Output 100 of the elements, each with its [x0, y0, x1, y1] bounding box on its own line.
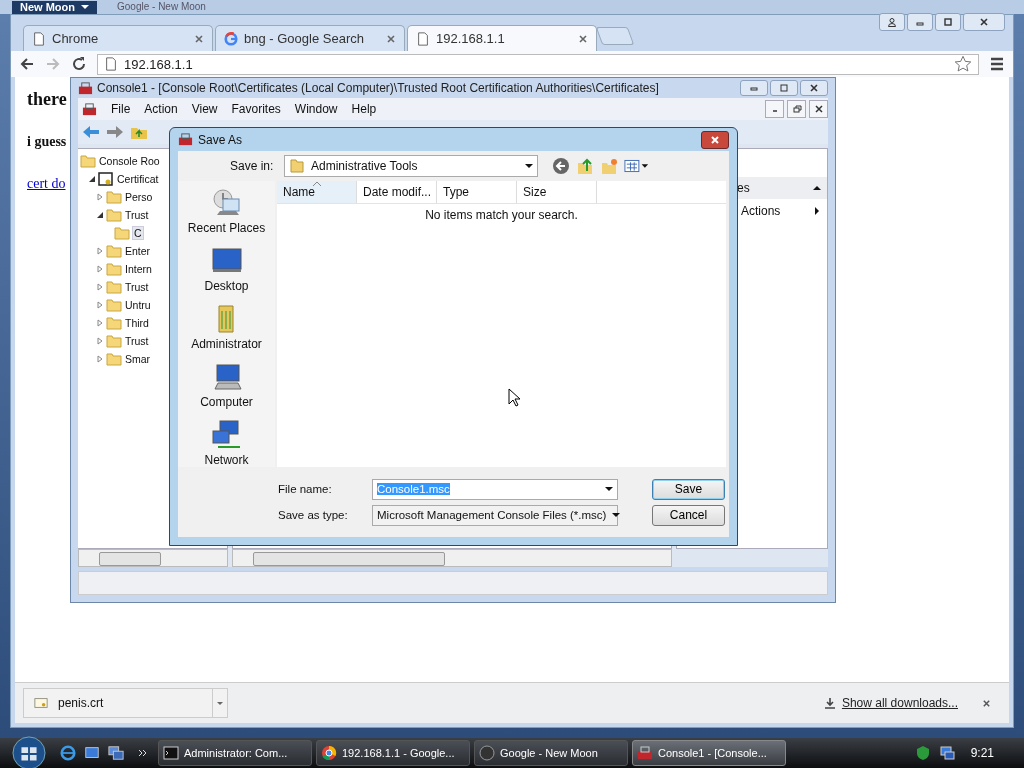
- toolbox-icon: [82, 101, 97, 117]
- save-button[interactable]: Save: [652, 478, 725, 500]
- menu-item[interactable]: View: [191, 102, 218, 116]
- close-icon[interactable]: [194, 33, 204, 44]
- tree-item[interactable]: Trust: [124, 335, 150, 347]
- minimize-button[interactable]: [740, 80, 768, 96]
- menu-item[interactable]: Help: [351, 102, 377, 116]
- menu-item[interactable]: Favorites: [231, 102, 281, 116]
- browser-tab[interactable]: 192.168.1.1: [407, 25, 597, 51]
- taskbar-button[interactable]: Console1 - [Console...: [632, 740, 786, 766]
- page-icon: [416, 31, 430, 46]
- collapse-icon[interactable]: [813, 184, 821, 192]
- tree-item[interactable]: Third: [124, 317, 150, 329]
- forward-arrow-icon[interactable]: [106, 124, 124, 140]
- more-icon[interactable]: [138, 748, 148, 758]
- close-icon[interactable]: [386, 33, 396, 44]
- close-button[interactable]: [809, 100, 828, 118]
- download-item[interactable]: penis.crt: [23, 688, 228, 718]
- collapse-icon[interactable]: [88, 175, 96, 183]
- google-icon: [224, 31, 238, 46]
- browser-tab[interactable]: bng - Google Search: [215, 25, 405, 51]
- taskbar-button[interactable]: Google - New Moon: [474, 740, 628, 766]
- expand-icon[interactable]: [96, 319, 104, 327]
- restore-button[interactable]: [787, 100, 806, 118]
- expand-icon[interactable]: [96, 283, 104, 291]
- expand-icon[interactable]: [96, 355, 104, 363]
- column-header[interactable]: Size: [517, 181, 597, 203]
- back-arrow-icon[interactable]: [82, 124, 100, 140]
- clock[interactable]: 9:21: [970, 746, 994, 760]
- browser-icon[interactable]: [60, 745, 76, 761]
- column-header[interactable]: Type: [437, 181, 517, 203]
- menu-item[interactable]: Window: [294, 102, 338, 116]
- up-folder-icon[interactable]: [576, 157, 594, 175]
- reload-icon[interactable]: [71, 56, 87, 72]
- back-icon[interactable]: [19, 56, 35, 72]
- page-icon: [104, 57, 118, 71]
- column-header[interactable]: Date modif...: [357, 181, 437, 203]
- expand-icon[interactable]: [96, 193, 104, 201]
- start-button[interactable]: [12, 736, 46, 768]
- column-header[interactable]: Name: [277, 181, 357, 203]
- back-icon[interactable]: [552, 157, 570, 175]
- taskbar-button[interactable]: Administrator: Com...: [158, 740, 312, 766]
- tree-item[interactable]: C: [132, 226, 144, 240]
- network-icon[interactable]: [210, 419, 243, 451]
- toolbox-icon: [178, 132, 193, 147]
- browser-tab[interactable]: Chrome: [23, 25, 213, 51]
- maximize-icon: [943, 17, 953, 27]
- place-label[interactable]: Recent Places: [187, 221, 266, 235]
- tree-item[interactable]: Certificat: [116, 173, 160, 185]
- save-in-dropdown[interactable]: Administrative Tools: [284, 155, 538, 177]
- show-desktop-icon[interactable]: [84, 745, 100, 761]
- switch-windows-icon[interactable]: [108, 745, 124, 761]
- star-icon[interactable]: [954, 55, 972, 73]
- tree-item[interactable]: Trust: [124, 281, 150, 293]
- new-moon-button[interactable]: New Moon: [12, 0, 97, 14]
- folder-icon: [106, 243, 122, 259]
- show-all-downloads-link[interactable]: Show all downloads...: [841, 696, 958, 710]
- user-icon[interactable]: [879, 13, 905, 31]
- network-icon[interactable]: [938, 745, 955, 761]
- place-label[interactable]: Administrator: [191, 337, 262, 351]
- maximize-button[interactable]: [935, 13, 961, 31]
- address-bar[interactable]: 192.168.1.1: [97, 53, 979, 75]
- close-button[interactable]: [800, 80, 828, 96]
- tree-item[interactable]: Intern: [124, 263, 153, 275]
- close-icon[interactable]: [578, 33, 588, 44]
- collapse-icon[interactable]: [96, 211, 104, 219]
- tree-item[interactable]: Console Roo: [98, 155, 161, 167]
- close-icon: [709, 134, 721, 145]
- folder-icon: [106, 351, 122, 367]
- file-type-dropdown[interactable]: Microsoft Management Console Files (*.msc): [372, 504, 618, 526]
- expand-icon[interactable]: [96, 301, 104, 309]
- horizontal-scrollbar[interactable]: [232, 549, 672, 567]
- tree-item[interactable]: Untru: [124, 299, 152, 311]
- minimize-button[interactable]: [765, 100, 784, 118]
- menu-item[interactable]: Action: [144, 102, 178, 116]
- tree-item[interactable]: Smar: [124, 353, 152, 365]
- horizontal-scrollbar[interactable]: [78, 549, 228, 567]
- place-label[interactable]: Computer: [200, 395, 253, 409]
- place-label[interactable]: Desktop: [204, 279, 249, 293]
- menu-item[interactable]: File: [111, 102, 131, 116]
- view-menu-icon[interactable]: [624, 157, 650, 175]
- tree-item[interactable]: Enter: [124, 245, 152, 257]
- action-item[interactable]: Actions: [741, 204, 813, 218]
- download-icon: [823, 697, 836, 709]
- menu-icon[interactable]: [989, 56, 1005, 72]
- folder-icon: [106, 261, 122, 277]
- expand-icon[interactable]: [96, 265, 104, 273]
- expand-icon[interactable]: [96, 247, 104, 255]
- folder-icon: [114, 225, 130, 241]
- taskbar-button[interactable]: 192.168.1.1 - Google...: [316, 740, 470, 766]
- tree-item[interactable]: Trust: [124, 209, 150, 221]
- close-icon[interactable]: [982, 698, 991, 708]
- security-shield-icon[interactable]: [914, 745, 931, 761]
- cancel-button[interactable]: Cancel: [652, 504, 725, 526]
- tree-item[interactable]: Perso: [124, 191, 154, 203]
- close-button[interactable]: [701, 130, 729, 149]
- new-folder-icon[interactable]: [600, 157, 618, 175]
- expand-icon[interactable]: [96, 337, 104, 345]
- download-link[interactable]: cert do: [27, 176, 66, 192]
- place-label[interactable]: Network: [204, 453, 249, 467]
